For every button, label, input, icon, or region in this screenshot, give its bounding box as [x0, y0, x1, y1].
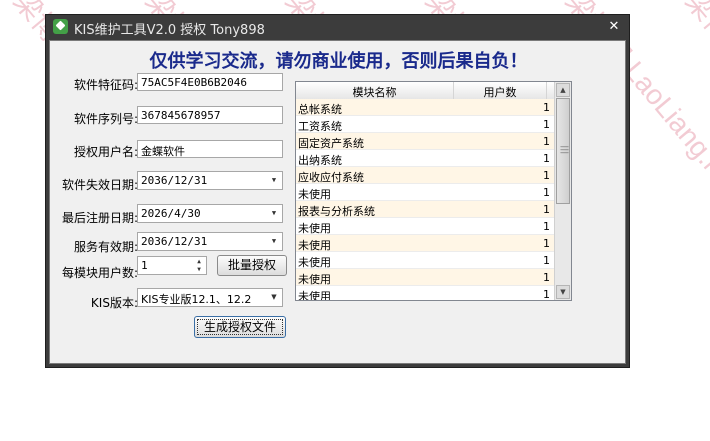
- table-row[interactable]: 未使用 1: [296, 184, 556, 201]
- table-row[interactable]: 未使用 1: [296, 235, 556, 252]
- module-name-cell: 未使用: [298, 256, 331, 269]
- module-users-cell[interactable]: 1: [543, 101, 550, 114]
- kis-version-label: KIS版本:: [90, 296, 138, 310]
- module-name-cell: 工资系统: [298, 120, 342, 133]
- table-row[interactable]: 报表与分析系统 1: [296, 201, 556, 218]
- table-row[interactable]: 未使用 1: [296, 252, 556, 269]
- expire-date-value: 2036/12/31: [141, 174, 208, 187]
- table-row[interactable]: 固定资产系统 1: [296, 133, 556, 150]
- module-users-cell[interactable]: 1: [543, 220, 550, 233]
- module-name-cell: 应收应付系统: [298, 171, 364, 184]
- module-name-cell: 未使用: [298, 239, 331, 252]
- close-icon: ✕: [608, 19, 620, 34]
- close-button[interactable]: ✕: [605, 18, 623, 36]
- last-reg-date-picker[interactable]: 2026/4/30 ▼: [137, 204, 283, 223]
- module-users-cell[interactable]: 1: [543, 118, 550, 131]
- expire-date-picker[interactable]: 2036/12/31 ▼: [137, 171, 283, 190]
- table-row[interactable]: 总帐系统 1: [296, 99, 556, 116]
- module-name-cell: 总帐系统: [298, 103, 342, 116]
- user-field[interactable]: 金蝶软件: [137, 140, 283, 158]
- scroll-thumb[interactable]: — — —: [556, 98, 570, 204]
- stepper-down-icon[interactable]: ▼: [193, 266, 205, 274]
- module-users-cell[interactable]: 1: [543, 271, 550, 284]
- stepper-up-icon[interactable]: ▲: [193, 258, 205, 266]
- module-users-cell[interactable]: 1: [543, 169, 550, 182]
- warning-text: 仅供学习交流，请勿商业使用，否则后果自负！: [149, 51, 528, 72]
- user-label: 授权用户名:: [73, 145, 138, 159]
- service-date-value: 2036/12/31: [141, 235, 208, 248]
- module-users-cell[interactable]: 1: [543, 254, 550, 267]
- last-reg-date-value: 2026/4/30: [141, 207, 201, 220]
- module-rows: 总帐系统 1 工资系统 1 固定资产系统 1 出纳系统 1 应收应付系统 1 未使用 1 报表与分析系统…: [296, 99, 556, 301]
- module-users-cell[interactable]: 1: [543, 135, 550, 148]
- scroll-down-icon[interactable]: ▼: [556, 285, 570, 299]
- module-users-cell[interactable]: 1: [543, 152, 550, 165]
- serial-field[interactable]: 367845678957: [137, 106, 283, 124]
- grip-icon: — — —: [560, 142, 569, 158]
- vertical-scrollbar[interactable]: ▲ — — — ▼: [554, 82, 571, 300]
- scroll-up-icon[interactable]: ▲: [556, 83, 570, 97]
- module-users-cell[interactable]: 1: [543, 203, 550, 216]
- table-row[interactable]: 未使用 1: [296, 269, 556, 286]
- window-title: KIS维护工具V2.0 授权 Tony898: [74, 23, 265, 38]
- serial-label: 软件序列号:: [73, 112, 138, 126]
- table-row[interactable]: 应收应付系统 1: [296, 167, 556, 184]
- client-area: 仅供学习交流，请勿商业使用，否则后果自负！ 软件特征码: 75AC5F4E0B6…: [49, 40, 626, 364]
- module-name-cell: 出纳系统: [298, 154, 342, 167]
- table-row[interactable]: 出纳系统 1: [296, 150, 556, 167]
- table-row[interactable]: 未使用 1: [296, 218, 556, 235]
- chevron-down-icon[interactable]: ▼: [269, 175, 279, 185]
- app-icon: [53, 19, 68, 34]
- header-divider: [546, 82, 547, 99]
- module-users-cell[interactable]: 1: [543, 288, 550, 300]
- users-per-module-stepper[interactable]: 1 ▲ ▼: [137, 256, 207, 275]
- table-row[interactable]: 工资系统 1: [296, 116, 556, 133]
- last-reg-label: 最后注册日期:: [61, 211, 138, 225]
- module-name-cell: 未使用: [298, 273, 331, 286]
- kis-version-select[interactable]: KIS专业版12.1、12.2 ▼: [137, 288, 283, 307]
- generate-license-button[interactable]: 生成授权文件: [194, 316, 286, 338]
- service-label: 服务有效期:: [73, 240, 138, 254]
- feature-code-label: 软件特征码:: [73, 78, 138, 92]
- table-row[interactable]: 未使用 1: [296, 286, 556, 301]
- users-per-module-label: 每模块用户数:: [61, 266, 138, 280]
- expire-label: 软件失效日期:: [61, 178, 138, 192]
- title-bar[interactable]: KIS维护工具V2.0 授权 Tony898 ✕: [46, 15, 629, 40]
- main-window: KIS维护工具V2.0 授权 Tony898 ✕ 仅供学习交流，请勿商业使用，否…: [45, 14, 630, 368]
- module-name-cell: 固定资产系统: [298, 137, 364, 150]
- chevron-down-icon[interactable]: ▼: [269, 236, 279, 246]
- chevron-down-icon[interactable]: ▼: [269, 208, 279, 218]
- module-name-cell: 报表与分析系统: [298, 205, 375, 218]
- col-header-module-name[interactable]: 模块名称: [296, 84, 453, 100]
- kis-version-value: KIS专业版12.1、12.2: [141, 293, 252, 306]
- users-per-module-value: 1: [141, 259, 148, 272]
- watermark-text: 老梁博客 LaoLiang.Net: [661, 0, 710, 203]
- module-name-cell: 未使用: [298, 188, 331, 201]
- col-header-users[interactable]: 用户数: [454, 84, 546, 100]
- stepper-buttons: ▲ ▼: [193, 258, 205, 274]
- module-users-cell[interactable]: 1: [543, 237, 550, 250]
- module-list[interactable]: 模块名称 用户数 总帐系统 1 工资系统 1 固定资产系统 1 出纳系统 1 应收应付系统 1 未使…: [295, 81, 572, 301]
- batch-authorize-button[interactable]: 批量授权: [217, 255, 287, 276]
- chevron-down-icon[interactable]: ▼: [269, 292, 279, 302]
- feature-code-field[interactable]: 75AC5F4E0B6B2046: [137, 73, 283, 91]
- list-header: 模块名称 用户数: [296, 82, 556, 100]
- service-date-picker[interactable]: 2036/12/31 ▼: [137, 232, 283, 251]
- module-users-cell[interactable]: 1: [543, 186, 550, 199]
- module-name-cell: 未使用: [298, 222, 331, 235]
- module-name-cell: 未使用: [298, 290, 331, 301]
